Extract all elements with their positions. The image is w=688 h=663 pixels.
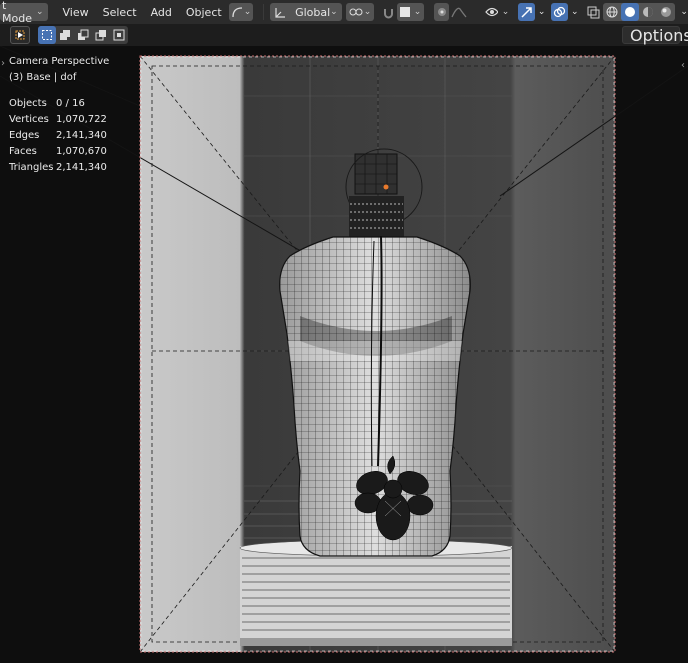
stat-row: Triangles 2,141,340: [9, 162, 107, 178]
select-intersect-icon[interactable]: [110, 26, 128, 44]
gizmo-icon[interactable]: [518, 3, 535, 21]
pivot-point-dropdown[interactable]: ⌄: [345, 3, 375, 21]
proportional-falloff-icon[interactable]: [449, 3, 469, 21]
snap-icon[interactable]: [380, 3, 397, 21]
menu-view[interactable]: View: [56, 6, 96, 19]
overlay-icon[interactable]: [551, 3, 568, 21]
stat-label: Faces: [9, 146, 37, 157]
selection-mode-group: [38, 26, 128, 44]
visibility-icon: [485, 7, 498, 17]
options-label: Options: [630, 25, 688, 45]
chevron-down-icon: ⌄: [413, 7, 422, 17]
3d-viewport[interactable]: Camera Perspective (3) Base | dof Object…: [0, 46, 688, 663]
chevron-down-icon: ⌄: [363, 7, 372, 17]
view-name: Camera Perspective: [9, 56, 110, 67]
chevron-down-icon: ⌄: [501, 7, 510, 17]
select-subtract-icon[interactable]: [74, 26, 92, 44]
orientation-label: Global: [295, 5, 331, 19]
stat-row: Edges 2,141,340: [9, 130, 107, 146]
menu-select[interactable]: Select: [96, 6, 144, 19]
editor-type-icon[interactable]: [10, 26, 30, 44]
wireframe-shading-icon[interactable]: [603, 3, 621, 21]
sidebar-expand-icon[interactable]: ‹: [681, 60, 685, 71]
stat-label: Vertices: [9, 114, 49, 125]
snap-target-dropdown[interactable]: ⌄: [396, 3, 425, 21]
stat-value: 1,070,670: [56, 146, 107, 157]
stat-value: 1,070,722: [56, 114, 107, 125]
stat-label: Triangles: [9, 162, 54, 173]
object-interaction-dropdown[interactable]: ⌄: [228, 3, 254, 21]
stat-row: Vertices 1,070,722: [9, 114, 107, 130]
stat-label: Edges: [9, 130, 40, 141]
proportional-editing-icon[interactable]: [434, 3, 450, 21]
visibility-dropdown[interactable]: ⌄: [482, 3, 512, 21]
chevron-down-icon: ⌄: [35, 7, 44, 17]
stat-row: Faces 1,070,670: [9, 146, 107, 162]
stat-row: Objects 0 / 16: [9, 98, 107, 114]
collection-label: (3) Base | dof: [9, 72, 77, 83]
curve-icon: [232, 7, 242, 18]
mode-dropdown[interactable]: t Mode ⌄: [0, 0, 48, 25]
transform-orientation-dropdown[interactable]: Global ⌄: [270, 3, 342, 21]
stat-value: 2,141,340: [56, 162, 107, 173]
statistics-overlay: Objects 0 / 16 Vertices 1,070,722 Edges 2,1…: [9, 98, 107, 178]
viewport-header: t Mode ⌄ View Select Add Object ⌄ Global…: [0, 0, 688, 25]
stat-value: 0 / 16: [56, 98, 85, 109]
chevron-down-icon[interactable]: ⌄: [538, 7, 546, 17]
select-box-icon[interactable]: [38, 26, 56, 44]
stat-label: Objects: [9, 98, 47, 109]
options-dropdown[interactable]: Options ⌄: [622, 26, 688, 45]
mode-label: t Mode: [2, 0, 32, 25]
transform-orientation-icon: [275, 7, 286, 18]
chevron-down-icon[interactable]: ⌄: [571, 7, 579, 17]
select-extend-icon[interactable]: [56, 26, 74, 44]
transform-pivot-icon: [349, 8, 363, 16]
separator: [263, 4, 265, 20]
toolbar-expand-icon[interactable]: ›: [1, 58, 5, 69]
shading-group: [603, 3, 676, 21]
chevron-down-icon[interactable]: ⌄: [680, 7, 688, 17]
chevron-down-icon: ⌄: [243, 7, 252, 17]
solid-shading-icon[interactable]: [621, 3, 640, 21]
chevron-down-icon: ⌄: [330, 7, 338, 17]
material-shading-icon[interactable]: [639, 3, 657, 21]
rendered-shading-icon[interactable]: [657, 3, 675, 21]
select-invert-icon[interactable]: [92, 26, 110, 44]
tool-settings-row: Options ⌄: [0, 24, 688, 46]
snap-increment-icon: [399, 7, 410, 17]
stat-value: 2,141,340: [56, 130, 107, 141]
menu-add[interactable]: Add: [144, 6, 179, 19]
menu-object[interactable]: Object: [179, 6, 229, 19]
xray-icon[interactable]: [587, 3, 602, 21]
